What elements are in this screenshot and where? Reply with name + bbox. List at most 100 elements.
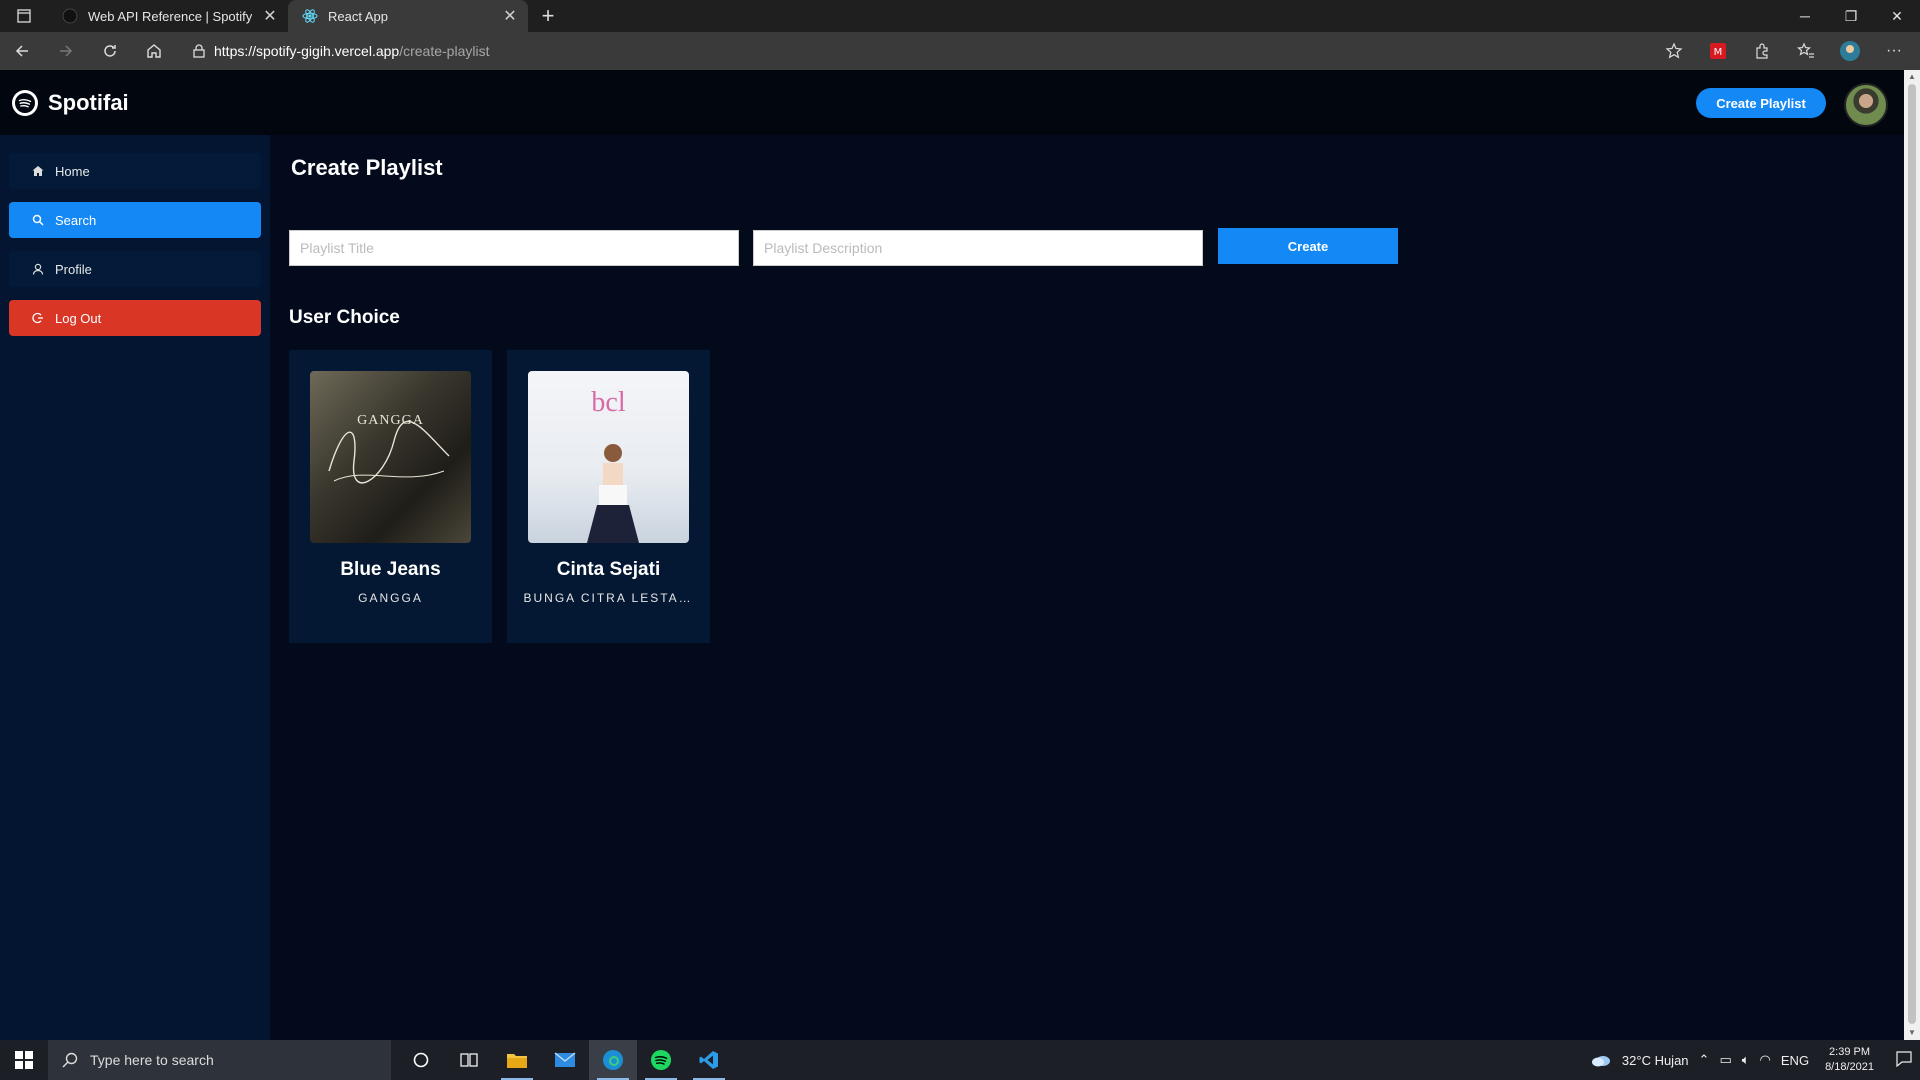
spotify-app-button[interactable]: [637, 1040, 685, 1080]
task-view-icon: [460, 1053, 478, 1067]
tab-title: React App: [328, 8, 388, 24]
album-cover: bcl: [528, 371, 689, 543]
cover-figure: [587, 444, 639, 543]
app-root: Spotifai Create Playlist Home Search Pro…: [0, 70, 1904, 1040]
track-title: Cinta Sejati: [556, 559, 661, 580]
logout-icon: [31, 311, 45, 325]
close-tab-icon[interactable]: ✕: [502, 6, 518, 26]
clock[interactable]: 2:39 PM 8/18/2021: [1825, 1045, 1874, 1075]
clock-date: 8/18/2021: [1825, 1061, 1874, 1073]
home-icon: [31, 164, 45, 178]
browser-toolbar: https://spotify-gigih.vercel.app/create-…: [0, 32, 1920, 70]
close-window-button[interactable]: ✕: [1874, 0, 1920, 32]
user-avatar[interactable]: [1844, 83, 1888, 127]
tab-title: Web API Reference | Spotify for Develope…: [88, 8, 252, 24]
task-view-button[interactable]: [445, 1040, 493, 1080]
sidebar-item-search[interactable]: Search: [9, 202, 261, 238]
refresh-icon: [104, 45, 116, 57]
svg-text:M: M: [1714, 47, 1723, 58]
page-scrollbar[interactable]: ▲ ▼: [1904, 70, 1920, 1040]
playlist-title-input[interactable]: [289, 230, 739, 266]
close-tab-icon[interactable]: ✕: [262, 6, 278, 26]
sidebar-item-home[interactable]: Home: [9, 153, 261, 189]
language-indicator[interactable]: ENG: [1781, 1053, 1809, 1068]
weather-cloud-icon: [1591, 1056, 1610, 1067]
track-list: GANGGA Blue Jeans GANGGA bcl Cinta Sejat…: [289, 350, 710, 643]
track-card[interactable]: GANGGA Blue Jeans GANGGA: [289, 350, 492, 643]
url-path: /create-playlist: [399, 43, 490, 59]
favorites-icon[interactable]: [1786, 35, 1826, 67]
windows-taskbar: Type here to search 32°C Hujan ⌃ ▭ 🔈︎ ◠ …: [0, 1040, 1920, 1080]
sidebar-item-label: Log Out: [55, 310, 102, 326]
create-playlist-button[interactable]: Create Playlist: [1696, 88, 1826, 118]
cortana-icon: [413, 1052, 429, 1068]
tab-actions-icon: [17, 9, 31, 23]
tab-actions-button[interactable]: [0, 0, 48, 32]
spotify-logo-icon: [12, 89, 38, 116]
section-title: User Choice: [289, 307, 400, 328]
taskbar-apps: [397, 1040, 733, 1080]
user-icon: [31, 262, 45, 276]
spotify-icon: [651, 1050, 671, 1070]
new-tab-button[interactable]: +: [528, 0, 568, 32]
wifi-icon[interactable]: ◠: [1760, 1052, 1771, 1068]
folder-icon: [507, 1054, 527, 1068]
chevron-up-icon[interactable]: ⌃: [1699, 1052, 1710, 1068]
start-button[interactable]: [0, 1040, 48, 1080]
taskbar-search[interactable]: Type here to search: [48, 1040, 391, 1080]
address-field[interactable]: https://spotify-gigih.vercel.app/create-…: [184, 36, 1644, 66]
forward-button[interactable]: [44, 32, 88, 70]
minimize-button[interactable]: ─: [1782, 0, 1828, 32]
scroll-down-icon[interactable]: ▼: [1904, 1026, 1920, 1040]
toolbar-extensions: M ···: [1654, 35, 1920, 67]
react-favicon-icon: [302, 8, 318, 24]
sidebar-item-profile[interactable]: Profile: [9, 251, 261, 287]
battery-icon[interactable]: ▭: [1719, 1052, 1731, 1068]
cortana-button[interactable]: [397, 1040, 445, 1080]
back-button[interactable]: [0, 32, 44, 70]
search-icon: [62, 1052, 78, 1068]
home-button[interactable]: [132, 32, 176, 70]
profile-avatar-icon[interactable]: [1830, 35, 1870, 67]
sidebar: Home Search Profile Log Out: [0, 135, 270, 1040]
vscode-button[interactable]: [685, 1040, 733, 1080]
cover-text: GANGGA: [357, 413, 424, 428]
extensions-icon[interactable]: [1742, 35, 1782, 67]
track-title: Blue Jeans: [340, 559, 441, 580]
notifications-icon[interactable]: [1896, 1050, 1912, 1070]
track-artist: GANGGA: [358, 591, 423, 605]
clock-time: 2:39 PM: [1829, 1046, 1871, 1058]
playlist-description-input[interactable]: [753, 230, 1203, 266]
refresh-button[interactable]: [88, 32, 132, 70]
main-content: Create Playlist Create User Choice GANGG…: [270, 135, 1904, 1040]
create-button[interactable]: Create: [1218, 228, 1398, 264]
mail-icon: [554, 1052, 576, 1067]
sidebar-item-label: Home: [55, 163, 90, 179]
volume-icon[interactable]: 🔈︎: [1742, 1052, 1750, 1068]
vscode-icon: [699, 1051, 718, 1069]
system-tray: 32°C Hujan ⌃ ▭ 🔈︎ ◠ ENG 2:39 PM 8/18/202…: [1590, 1045, 1920, 1075]
scroll-up-icon[interactable]: ▲: [1904, 70, 1920, 84]
home-outline-icon: [147, 44, 161, 58]
mail-button[interactable]: [541, 1040, 589, 1080]
tab-react-app[interactable]: React App ✕: [288, 0, 528, 32]
weather-text[interactable]: 32°C Hujan: [1622, 1053, 1689, 1068]
scrollbar-thumb[interactable]: [1908, 84, 1916, 1024]
more-options-icon[interactable]: ···: [1874, 35, 1914, 67]
sidebar-item-logout[interactable]: Log Out: [9, 300, 261, 336]
tab-web-api-reference[interactable]: Web API Reference | Spotify for Develope…: [48, 0, 288, 32]
browser-tab-bar: Web API Reference | Spotify for Develope…: [0, 0, 1920, 32]
spotify-favicon-icon: [62, 8, 78, 24]
add-favorite-icon[interactable]: [1654, 35, 1694, 67]
edge-button[interactable]: [589, 1040, 637, 1080]
page-title: Create Playlist: [291, 155, 443, 180]
mendeley-extension-icon[interactable]: M: [1698, 35, 1738, 67]
file-explorer-button[interactable]: [493, 1040, 541, 1080]
back-arrow-icon: [15, 45, 28, 57]
brand[interactable]: Spotifai: [12, 89, 129, 116]
forward-arrow-icon: [60, 45, 73, 57]
track-card[interactable]: bcl Cinta Sejati BUNGA CITRA LESTA...: [507, 350, 710, 643]
url-host: https://spotify-gigih.vercel.app: [214, 43, 400, 59]
app-header: Spotifai Create Playlist: [0, 70, 1904, 135]
restore-button[interactable]: ❐: [1828, 0, 1874, 32]
